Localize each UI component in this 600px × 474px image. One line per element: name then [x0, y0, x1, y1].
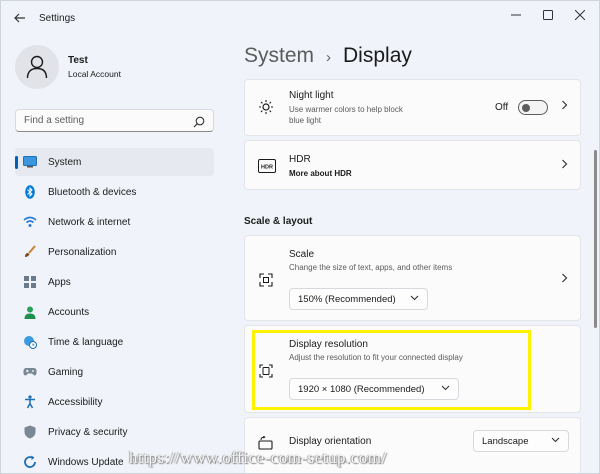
sidebar-item-label: Apps — [48, 276, 71, 288]
apps-icon — [23, 275, 37, 289]
sidebar-item-label: Network & internet — [48, 216, 131, 228]
maximize-button[interactable] — [533, 5, 563, 25]
back-button[interactable] — [11, 10, 29, 26]
sidebar-item-label: Privacy & security — [48, 426, 128, 438]
scale-description: Change the size of text, apps, and other… — [289, 263, 453, 272]
toggle-knob — [522, 104, 530, 112]
close-icon — [575, 10, 585, 20]
night-light-title: Night light — [289, 90, 334, 101]
resolution-icon — [258, 363, 274, 379]
sidebar-item-label: Accessibility — [48, 396, 103, 408]
night-light-card[interactable]: Night light Use warmer colors to help bl… — [244, 79, 581, 136]
sidebar-item-label: Accounts — [48, 306, 90, 318]
orientation-dropdown[interactable]: Landscape — [473, 430, 569, 452]
hdr-icon: HDR — [258, 158, 276, 174]
sidebar-item-gaming[interactable]: Gaming — [15, 358, 214, 386]
section-title-scale-layout: Scale & layout — [244, 216, 313, 227]
sidebar-item-label: Time & language — [48, 336, 124, 348]
sidebar-item-label: Windows Update — [48, 456, 124, 468]
update-icon — [23, 455, 37, 469]
svg-text:HDR: HDR — [261, 165, 273, 171]
sidebar-item-privacy[interactable]: Privacy & security — [15, 418, 214, 446]
profile-text: Test Local Account — [68, 55, 121, 79]
scale-title: Scale — [289, 249, 315, 260]
display-resolution-card: Display resolution Adjust the resolution… — [244, 325, 581, 413]
bluetooth-icon — [23, 185, 37, 199]
sidebar-item-time-language[interactable]: Time & language — [15, 328, 214, 356]
sidebar-item-label: Personalization — [48, 246, 117, 258]
chevron-right-icon[interactable] — [561, 100, 568, 113]
avatar — [15, 45, 59, 89]
globe-clock-icon — [23, 335, 37, 349]
hdr-card[interactable]: HDR HDR More about HDR — [244, 140, 581, 190]
resolution-dropdown-value: 1920 × 1080 (Recommended) — [298, 383, 425, 395]
breadcrumb: System › Display — [244, 44, 412, 68]
sidebar-item-label: Gaming — [48, 366, 84, 378]
profile-name: Test — [68, 55, 88, 66]
shield-icon — [23, 425, 37, 439]
resolution-description: Adjust the resolution to fit your connec… — [289, 353, 463, 362]
scrollbar[interactable] — [594, 150, 597, 328]
orientation-dropdown-value: Landscape — [482, 435, 529, 447]
breadcrumb-parent[interactable]: System — [244, 44, 314, 68]
hdr-title: HDR — [289, 154, 311, 165]
minimize-button[interactable] — [501, 5, 531, 25]
chevron-right-icon[interactable] — [561, 273, 568, 286]
sidebar-item-bluetooth[interactable]: Bluetooth & devices — [15, 178, 214, 206]
orientation-title: Display orientation — [289, 436, 372, 447]
resolution-title: Display resolution — [289, 339, 368, 350]
sidebar-item-label: System — [48, 156, 82, 168]
scale-dropdown-value: 150% (Recommended) — [298, 293, 396, 305]
settings-window: Settings Test Local Account Find a setti… — [0, 0, 600, 474]
user-profile[interactable]: Test Local Account — [15, 45, 121, 89]
search-icon[interactable] — [193, 115, 205, 133]
app-title: Settings — [39, 13, 76, 24]
minimize-icon — [511, 14, 521, 16]
search-box[interactable] — [15, 109, 214, 132]
breadcrumb-separator: › — [326, 49, 332, 66]
sidebar-item-system[interactable]: System — [15, 148, 214, 176]
sidebar-item-label: Bluetooth & devices — [48, 186, 137, 198]
gaming-icon — [23, 365, 37, 379]
person-icon — [26, 55, 48, 79]
watermark-text: https://www.office-com-setup.com/ — [129, 448, 387, 467]
night-light-description: Use warmer colors to help block blue lig… — [289, 105, 403, 125]
sidebar-item-apps[interactable]: Apps — [15, 268, 214, 296]
chevron-down-icon — [551, 435, 560, 445]
sidebar-item-accounts[interactable]: Accounts — [15, 298, 214, 326]
back-arrow-icon — [14, 13, 25, 23]
accounts-icon — [23, 305, 37, 319]
resolution-dropdown[interactable]: 1920 × 1080 (Recommended) — [289, 378, 459, 400]
night-light-toggle[interactable] — [518, 100, 548, 115]
page-title: Display — [343, 44, 412, 67]
chevron-down-icon — [441, 383, 450, 393]
profile-account-type: Local Account — [68, 69, 121, 79]
accessibility-icon — [23, 395, 37, 409]
close-button[interactable] — [565, 5, 595, 25]
sidebar-nav: System Bluetooth & devices Network & int… — [15, 148, 214, 473]
maximize-icon — [543, 10, 553, 20]
chevron-down-icon — [410, 293, 419, 303]
sun-icon — [258, 99, 274, 115]
sidebar-item-network[interactable]: Network & internet — [15, 208, 214, 236]
scale-icon — [258, 272, 274, 288]
brush-icon — [23, 245, 37, 259]
scale-card[interactable]: Scale Change the size of text, apps, and… — [244, 235, 581, 321]
chevron-right-icon[interactable] — [561, 159, 568, 172]
title-bar: Settings — [1, 1, 599, 35]
system-icon — [23, 155, 37, 169]
sidebar-item-accessibility[interactable]: Accessibility — [15, 388, 214, 416]
night-light-toggle-label: Off — [495, 102, 509, 113]
scale-dropdown[interactable]: 150% (Recommended) — [289, 288, 428, 310]
search-input[interactable] — [16, 115, 191, 126]
wifi-icon — [23, 215, 37, 229]
sidebar-item-personalization[interactable]: Personalization — [15, 238, 214, 266]
hdr-more-link[interactable]: More about HDR — [289, 169, 352, 178]
